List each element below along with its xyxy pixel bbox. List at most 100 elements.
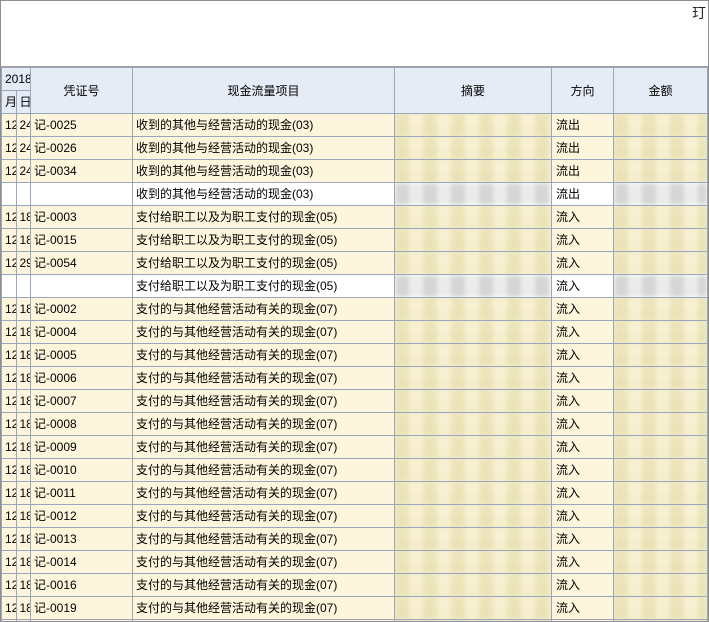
th-direction[interactable]: 方向 [552, 68, 614, 114]
cell-amount [614, 275, 708, 298]
cell-day: 18 [16, 298, 31, 321]
cell-voucher-no: 记-0054 [31, 252, 133, 275]
cell-day: 18 [16, 528, 31, 551]
cell-month: 12 [2, 482, 17, 505]
cell-cash-flow-item: 收到的其他与经营活动的现金(03) [133, 137, 395, 160]
table-row[interactable]: 1218记-0008支付的与其他经营活动有关的现金(07)流入 [2, 413, 708, 436]
cell-day: 18 [16, 413, 31, 436]
table-row[interactable]: 1218记-0002支付的与其他经营活动有关的现金(07)流入 [2, 298, 708, 321]
cell-day [16, 275, 31, 298]
table-row[interactable]: 1218记-0014支付的与其他经营活动有关的现金(07)流入 [2, 551, 708, 574]
th-month[interactable]: 月 [2, 91, 17, 114]
cell-month: 12 [2, 298, 17, 321]
cell-cash-flow-item: 支付的与其他经营活动有关的现金(07) [133, 597, 395, 620]
cell-direction: 流入 [552, 413, 614, 436]
cell-month [2, 275, 17, 298]
cell-month: 12 [2, 321, 17, 344]
table-row[interactable]: 1218记-0009支付的与其他经营活动有关的现金(07)流入 [2, 436, 708, 459]
cell-summary [395, 160, 552, 183]
th-cash-flow-item[interactable]: 现金流量项目 [133, 68, 395, 114]
cell-amount [614, 459, 708, 482]
cell-voucher-no: 记-0004 [31, 321, 133, 344]
cell-day: 18 [16, 597, 31, 620]
table-row[interactable]: 1224记-0025收到的其他与经营活动的现金(03)流出 [2, 114, 708, 137]
table-row[interactable]: 收到的其他与经营活动的现金(03)流出 [2, 183, 708, 206]
cell-cash-flow-item: 支付的与其他经营活动有关的现金(07) [133, 298, 395, 321]
table-body: 1224记-0025收到的其他与经营活动的现金(03)流出1224记-0026收… [2, 114, 708, 622]
cell-summary [395, 183, 552, 206]
table-row[interactable]: 1218记-0003支付给职工以及为职工支付的现金(05)流入 [2, 206, 708, 229]
table-row[interactable]: 1218记-0013支付的与其他经营活动有关的现金(07)流入 [2, 528, 708, 551]
cell-day: 18 [16, 321, 31, 344]
table-row[interactable]: 1218记-0006支付的与其他经营活动有关的现金(07)流入 [2, 367, 708, 390]
title-area [1, 1, 708, 67]
cell-summary [395, 551, 552, 574]
cell-cash-flow-item: 支付给职工以及为职工支付的现金(05) [133, 206, 395, 229]
table-row[interactable]: 1218记-0010支付的与其他经营活动有关的现金(07)流入 [2, 459, 708, 482]
cell-summary [395, 574, 552, 597]
cell-cash-flow-item: 支付的与其他经营活动有关的现金(07) [133, 344, 395, 367]
th-day[interactable]: 日 [16, 91, 31, 114]
table-row[interactable]: 1218记-0019支付的与其他经营活动有关的现金(07)流入 [2, 597, 708, 620]
cell-direction: 流入 [552, 436, 614, 459]
cell-day: 24 [16, 114, 31, 137]
table-row[interactable]: 1218记-0005支付的与其他经营活动有关的现金(07)流入 [2, 344, 708, 367]
cell-month: 12 [2, 436, 17, 459]
table-row[interactable]: 支付给职工以及为职工支付的现金(05)流入 [2, 275, 708, 298]
table-row[interactable]: 1218记-0012支付的与其他经营活动有关的现金(07)流入 [2, 505, 708, 528]
cell-month: 12 [2, 390, 17, 413]
cell-day: 29 [16, 252, 31, 275]
cell-summary [395, 436, 552, 459]
cell-day: 18 [16, 574, 31, 597]
cell-month: 12 [2, 160, 17, 183]
cell-cash-flow-item: 支付的与其他经营活动有关的现金(07) [133, 436, 395, 459]
cell-direction: 流入 [552, 252, 614, 275]
cell-direction: 流入 [552, 298, 614, 321]
table-row[interactable]: 1218记-0004支付的与其他经营活动有关的现金(07)流入 [2, 321, 708, 344]
cell-amount [614, 574, 708, 597]
cell-summary [395, 482, 552, 505]
table-header: 2018年 凭证号 现金流量项目 摘要 方向 金额 月 日 [2, 68, 708, 114]
cell-amount [614, 505, 708, 528]
cell-voucher-no: 记-0006 [31, 367, 133, 390]
table-row[interactable]: 1218记-0011支付的与其他经营活动有关的现金(07)流入 [2, 482, 708, 505]
cell-summary [395, 114, 552, 137]
cell-cash-flow-item: 支付的与其他经营活动有关的现金(07) [133, 459, 395, 482]
cell-cash-flow-item: 收到的其他与经营活动的现金(03) [133, 160, 395, 183]
table-row[interactable]: 1218记-0007支付的与其他经营活动有关的现金(07)流入 [2, 390, 708, 413]
cell-summary [395, 137, 552, 160]
th-amount[interactable]: 金额 [614, 68, 708, 114]
table-row[interactable]: 1224记-0026收到的其他与经营活动的现金(03)流出 [2, 137, 708, 160]
cell-voucher-no: 记-0026 [31, 137, 133, 160]
th-year[interactable]: 2018年 [2, 68, 31, 91]
cell-month: 12 [2, 344, 17, 367]
cell-direction: 流入 [552, 482, 614, 505]
cell-amount [614, 298, 708, 321]
cell-day: 18 [16, 505, 31, 528]
table-row[interactable]: 1224记-0034收到的其他与经营活动的现金(03)流出 [2, 160, 708, 183]
cell-direction: 流入 [552, 275, 614, 298]
cell-month: 12 [2, 459, 17, 482]
cell-amount [614, 206, 708, 229]
th-summary[interactable]: 摘要 [395, 68, 552, 114]
table-row[interactable]: 1218记-0016支付的与其他经营活动有关的现金(07)流入 [2, 574, 708, 597]
cell-amount [614, 114, 708, 137]
cell-day: 18 [16, 229, 31, 252]
cell-summary [395, 321, 552, 344]
cell-amount [614, 344, 708, 367]
cell-direction: 流出 [552, 160, 614, 183]
th-voucher-no[interactable]: 凭证号 [31, 68, 133, 114]
table-row[interactable]: 1229记-0054支付给职工以及为职工支付的现金(05)流入 [2, 252, 708, 275]
table-row[interactable]: 1218记-0015支付给职工以及为职工支付的现金(05)流入 [2, 229, 708, 252]
cell-amount [614, 321, 708, 344]
cell-voucher-no: 记-0009 [31, 436, 133, 459]
cell-voucher-no: 记-0005 [31, 344, 133, 367]
cell-month: 12 [2, 229, 17, 252]
cell-summary [395, 298, 552, 321]
cell-summary [395, 344, 552, 367]
cell-cash-flow-item: 支付的与其他经营活动有关的现金(07) [133, 390, 395, 413]
cell-amount [614, 413, 708, 436]
cell-voucher-no [31, 275, 133, 298]
cell-summary [395, 413, 552, 436]
cell-direction: 流入 [552, 206, 614, 229]
